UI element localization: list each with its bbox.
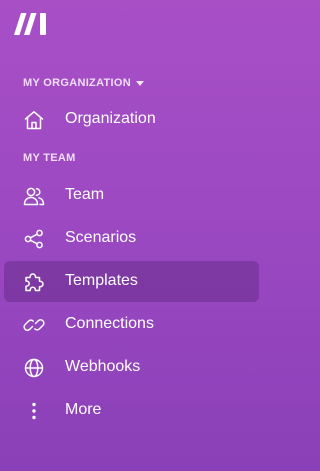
link-icon [22,313,46,337]
nav-label-connections: Connections [65,315,154,332]
vertical-dots-icon [22,399,46,423]
nav-label-templates: Templates [65,272,138,289]
nav-label-webhooks: Webhooks [65,358,141,375]
team-section-label: MY TEAM [23,152,76,164]
nav-label-organization: Organization [65,110,156,127]
nav-item-connections[interactable]: Connections [4,304,259,345]
caret-down-icon [135,81,144,86]
nav-label-scenarios: Scenarios [65,229,137,246]
nav-item-scenarios[interactable]: Scenarios [4,218,259,259]
sidebar: MY ORGANIZATION Organization MY TEAM Tea… [0,0,263,471]
users-icon [22,184,46,208]
nav-item-templates[interactable]: Templates [4,261,259,302]
nav-item-team[interactable]: Team [4,175,259,216]
nav-label-team: Team [65,186,105,203]
nav-item-organization[interactable]: Organization [4,99,259,140]
nav-item-more[interactable]: More [4,390,259,431]
organization-section-label: MY ORGANIZATION [23,77,131,89]
organization-switcher[interactable]: MY ORGANIZATION [23,77,144,89]
nav-label-more: More [65,401,102,418]
puzzle-piece-icon [22,270,46,294]
globe-icon [22,356,46,380]
home-icon [22,108,46,132]
share-nodes-icon [22,227,46,251]
nav-item-webhooks[interactable]: Webhooks [4,347,259,388]
make-logo-icon[interactable] [14,13,50,35]
